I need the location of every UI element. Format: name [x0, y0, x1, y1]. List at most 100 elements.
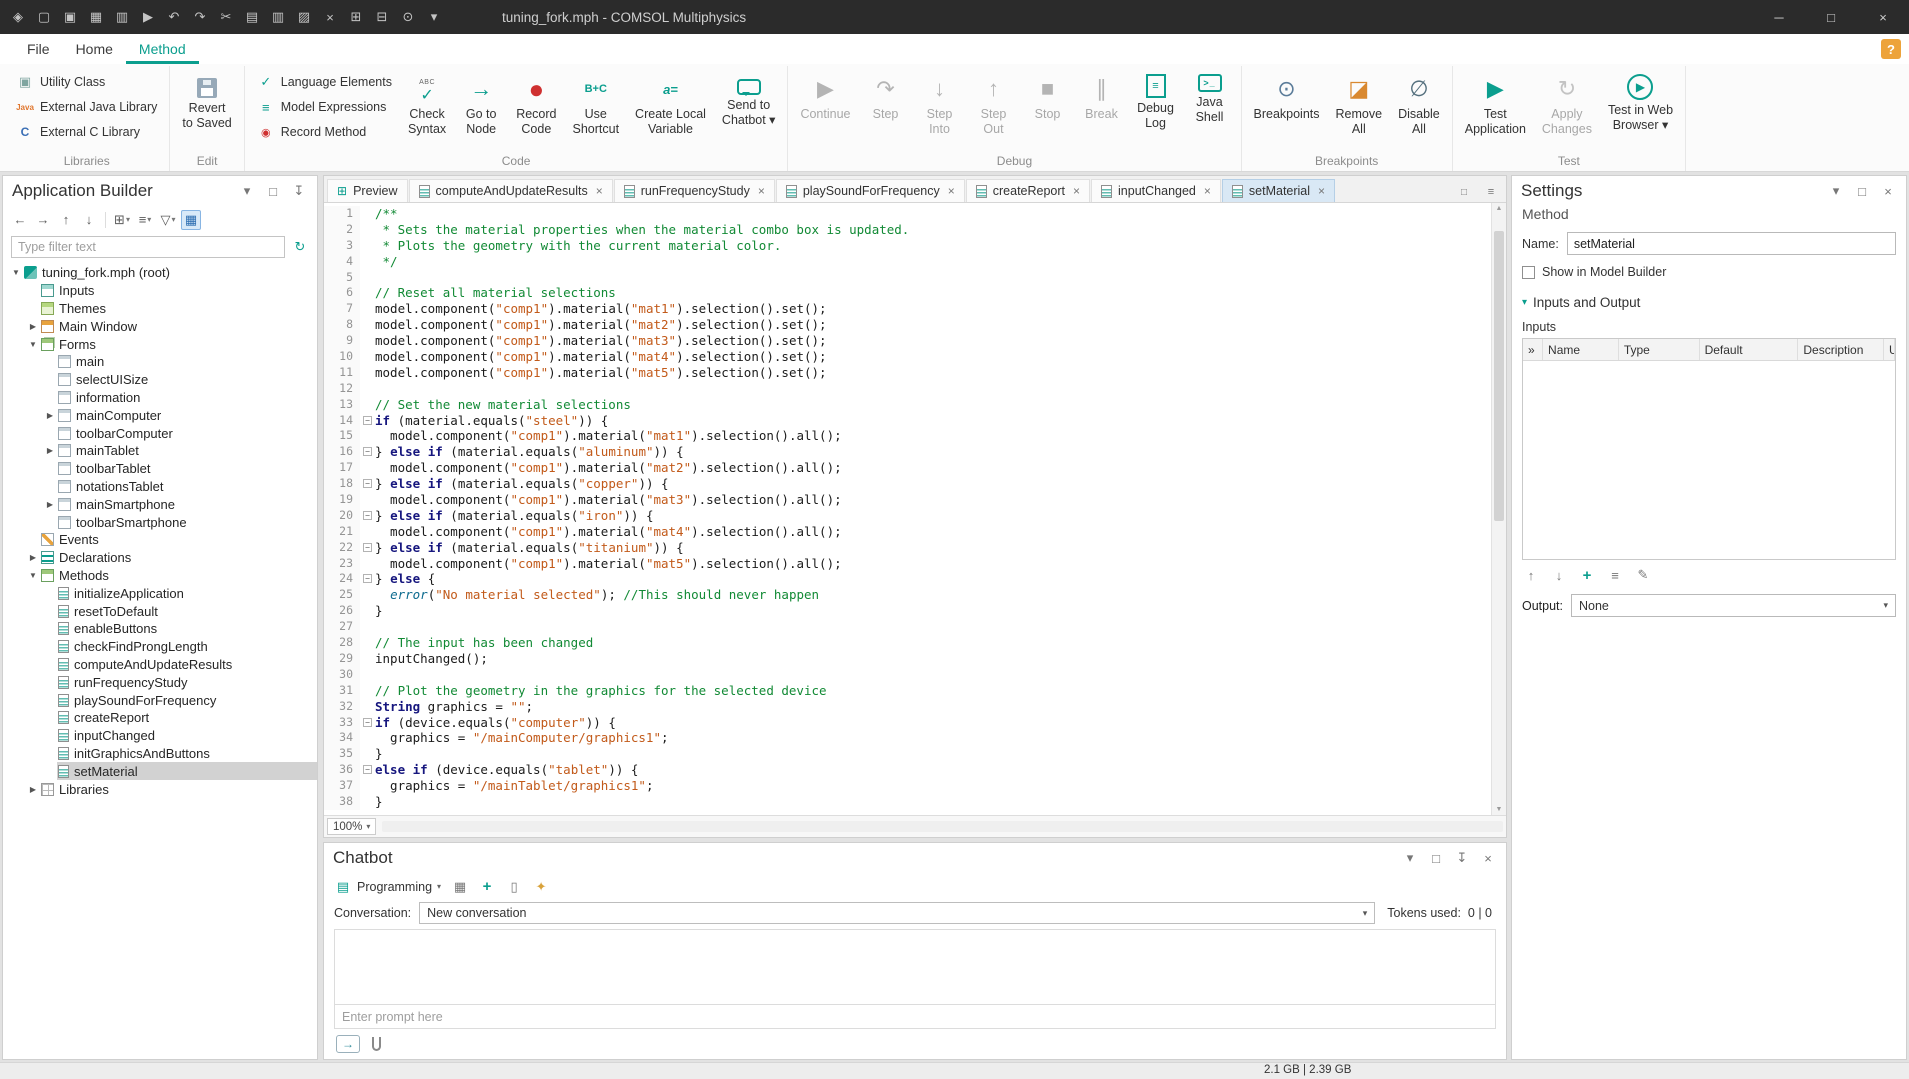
- output-dropdown[interactable]: None ▾: [1571, 594, 1896, 617]
- editor-tab-setmaterial[interactable]: setMaterial×: [1222, 179, 1335, 202]
- zoom-control[interactable]: 100% ▾: [327, 818, 376, 835]
- tree-item-maintablet[interactable]: ▶mainTablet: [3, 442, 317, 460]
- conversation-dropdown[interactable]: New conversation ▾: [419, 902, 1375, 924]
- editor-tab-runfrequencystudy[interactable]: runFrequencyStudy×: [614, 179, 775, 202]
- editor-tab-inputchanged[interactable]: inputChanged×: [1091, 179, 1221, 202]
- fold-marker-icon[interactable]: −: [363, 718, 372, 727]
- save-icon[interactable]: ▦: [84, 5, 108, 29]
- record-method-button[interactable]: ◉Record Method: [252, 121, 397, 143]
- view-list-icon[interactable]: ≡▾: [135, 210, 155, 230]
- close-tab-icon[interactable]: ×: [1204, 184, 1211, 198]
- minimize-button[interactable]: ─: [1753, 0, 1805, 34]
- expand-columns-icon[interactable]: »: [1523, 339, 1543, 360]
- run-application-icon[interactable]: ▶: [136, 5, 160, 29]
- float-icon[interactable]: □: [1427, 849, 1445, 867]
- tree-item-runfrequencystudy[interactable]: runFrequencyStudy: [3, 673, 317, 691]
- expand-arrow-icon[interactable]: ▶: [26, 553, 40, 562]
- tree-item-initgraphicsandbuttons[interactable]: initGraphicsAndButtons: [3, 745, 317, 763]
- disable-all-button[interactable]: ∅DisableAll: [1391, 69, 1447, 152]
- editor-menu-icon[interactable]: ≡: [1482, 183, 1500, 201]
- send-to-chatbot-button[interactable]: Send toChatbot ▾: [715, 69, 783, 152]
- scroll-up-icon[interactable]: ▲: [1492, 205, 1506, 212]
- java-shell-button[interactable]: >_JavaShell: [1184, 69, 1236, 152]
- add-icon[interactable]: +: [478, 878, 496, 896]
- save-as-icon[interactable]: ▥: [110, 5, 134, 29]
- float-editor-icon[interactable]: □: [1455, 183, 1473, 201]
- close-icon[interactable]: ×: [1479, 849, 1497, 867]
- tree-item-setmaterial[interactable]: setMaterial: [3, 762, 317, 780]
- pin-icon[interactable]: ↧: [290, 182, 308, 200]
- tree-item-information[interactable]: information: [3, 389, 317, 407]
- tree-item-maincomputer[interactable]: ▶mainComputer: [3, 406, 317, 424]
- column-header-default[interactable]: Default: [1700, 339, 1799, 360]
- copy-icon[interactable]: ▤: [240, 5, 264, 29]
- tree-item-toolbarsmartphone[interactable]: toolbarSmartphone: [3, 513, 317, 531]
- collapse-arrow-icon[interactable]: ▼: [26, 340, 40, 349]
- tree-item-declarations[interactable]: ▶Declarations: [3, 549, 317, 567]
- model-expressions-button[interactable]: ≡Model Expressions: [252, 96, 397, 118]
- method-name-input[interactable]: [1567, 232, 1896, 255]
- column-header-type[interactable]: Type: [1619, 339, 1700, 360]
- column-header-description[interactable]: Description: [1798, 339, 1884, 360]
- tree-item-initializeapplication[interactable]: initializeApplication: [3, 584, 317, 602]
- mode-dropdown[interactable]: ▤ Programming ▾: [334, 878, 441, 896]
- redo-icon[interactable]: ↷: [188, 5, 212, 29]
- expand-arrow-icon[interactable]: ▶: [43, 411, 57, 420]
- fold-marker-icon[interactable]: −: [363, 765, 372, 774]
- test-application-button[interactable]: ▶TestApplication: [1458, 69, 1533, 152]
- check-syntax-button[interactable]: ✓CheckSyntax: [401, 69, 453, 152]
- tree-item-computeandupdateresults[interactable]: computeAndUpdateResults: [3, 656, 317, 674]
- expand-arrow-icon[interactable]: ▶: [43, 446, 57, 455]
- comsol-logo-icon[interactable]: ◈: [6, 5, 30, 29]
- menu-tab-method[interactable]: Method: [126, 34, 199, 64]
- maximize-button[interactable]: □: [1805, 0, 1857, 34]
- send-icon[interactable]: →: [336, 1035, 360, 1053]
- fold-marker-icon[interactable]: −: [363, 574, 372, 583]
- undo-icon[interactable]: ↶: [162, 5, 186, 29]
- chevron-down-icon[interactable]: ▾: [238, 182, 256, 200]
- tree-item-libraries[interactable]: ▶Libraries: [3, 780, 317, 798]
- column-header-name[interactable]: Name: [1543, 339, 1619, 360]
- tree-item-tuning-fork-mph-root[interactable]: ▼tuning_fork.mph (root): [3, 264, 317, 282]
- new-file-icon[interactable]: ▢: [32, 5, 56, 29]
- paste-icon[interactable]: ▥: [266, 5, 290, 29]
- tree-item-inputchanged[interactable]: inputChanged: [3, 727, 317, 745]
- fold-marker-icon[interactable]: −: [363, 511, 372, 520]
- create-local-variable-button[interactable]: a=Create LocalVariable: [628, 69, 713, 152]
- tree-item-themes[interactable]: Themes: [3, 300, 317, 318]
- view-grid-icon[interactable]: ⊞▾: [112, 210, 132, 230]
- tree-item-enablebuttons[interactable]: enableButtons: [3, 620, 317, 638]
- paperclip-icon[interactable]: [372, 1037, 381, 1051]
- column-header-un[interactable]: Un: [1884, 339, 1895, 360]
- search-icon[interactable]: ⊙: [396, 5, 420, 29]
- revert-to-saved-button[interactable]: Revertto Saved: [175, 69, 238, 152]
- tree-item-mainsmartphone[interactable]: ▶mainSmartphone: [3, 495, 317, 513]
- code-editor[interactable]: 1/**2 * Sets the material properties whe…: [324, 203, 1506, 815]
- insert-table-icon[interactable]: ⊞: [344, 5, 368, 29]
- vertical-scrollbar[interactable]: ▲ ▼: [1491, 203, 1506, 815]
- remove-all-button[interactable]: ◪RemoveAll: [1329, 69, 1390, 152]
- fold-marker-icon[interactable]: −: [363, 543, 372, 552]
- show-in-model-builder-checkbox[interactable]: [1522, 266, 1535, 279]
- nav-back-icon[interactable]: ←: [10, 210, 30, 230]
- tree-item-checkfindpronglength[interactable]: checkFindProngLength: [3, 638, 317, 656]
- close-tab-icon[interactable]: ×: [1073, 184, 1080, 198]
- collapse-arrow-icon[interactable]: ▼: [9, 268, 23, 277]
- copy-as-image-icon[interactable]: ▨: [292, 5, 316, 29]
- list-icon[interactable]: ≡: [1606, 566, 1624, 584]
- editor-tab-createreport[interactable]: createReport×: [966, 179, 1090, 202]
- fold-marker-icon[interactable]: −: [363, 479, 372, 488]
- menu-tab-home[interactable]: Home: [63, 34, 126, 64]
- use-shortcut-button[interactable]: B+CUseShortcut: [565, 69, 626, 152]
- prompt-input[interactable]: [335, 1010, 1495, 1024]
- chevron-down-icon[interactable]: ▾: [1401, 849, 1419, 867]
- inputs-table[interactable]: »NameTypeDefaultDescriptionUn: [1522, 338, 1896, 560]
- window-layout-icon[interactable]: ⊟: [370, 5, 394, 29]
- open-file-icon[interactable]: ▣: [58, 5, 82, 29]
- language-elements-button[interactable]: ✓Language Elements: [252, 71, 397, 93]
- tree-item-notationstablet[interactable]: notationsTablet: [3, 478, 317, 496]
- tree-item-toolbarcomputer[interactable]: toolbarComputer: [3, 424, 317, 442]
- chevron-down-icon[interactable]: ▾: [1827, 182, 1845, 200]
- close-tab-icon[interactable]: ×: [596, 184, 603, 198]
- expand-arrow-icon[interactable]: ▶: [26, 785, 40, 794]
